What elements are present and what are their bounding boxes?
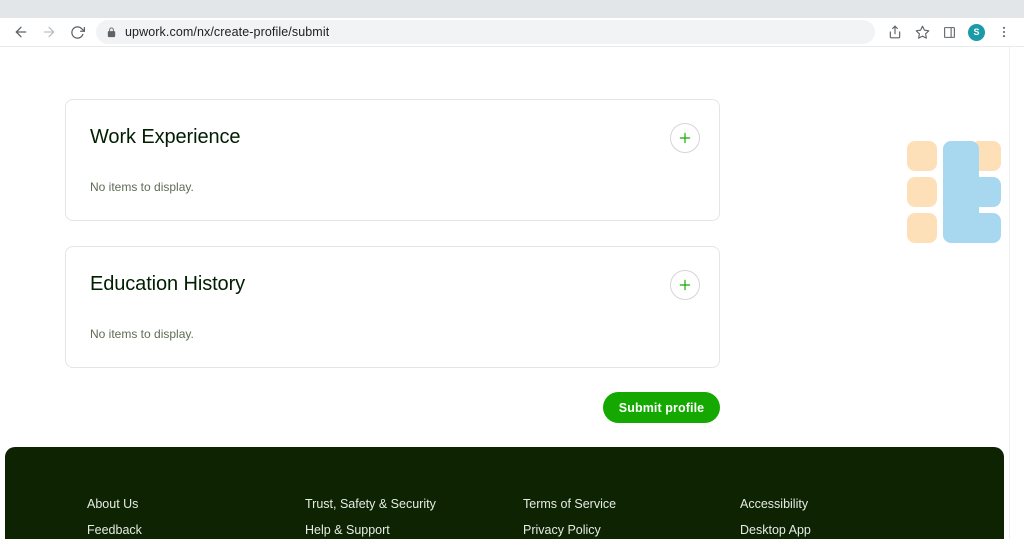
page-content: Work Experience No items to display. Edu…: [0, 47, 1009, 539]
three-dot-menu-icon[interactable]: [992, 20, 1016, 44]
reload-button[interactable]: [64, 19, 90, 45]
footer-column-4: Accessibility Desktop App Cookie Policy …: [740, 497, 852, 539]
submit-profile-button[interactable]: Submit profile: [603, 392, 720, 423]
footer-link-accessibility[interactable]: Accessibility: [740, 497, 852, 511]
footer-link-terms-of-service[interactable]: Terms of Service: [523, 497, 651, 511]
url-text: upwork.com/nx/create-profile/submit: [125, 25, 330, 39]
side-panel-icon[interactable]: [937, 20, 961, 44]
work-experience-card: Work Experience No items to display.: [65, 99, 720, 221]
lock-icon: [106, 26, 117, 38]
forward-button[interactable]: [36, 19, 62, 45]
scrollbar-thumb[interactable]: [1013, 197, 1022, 367]
decorative-blocks-icon: [907, 141, 1001, 243]
toolbar-actions: S: [883, 20, 1016, 44]
footer-link-desktop-app[interactable]: Desktop App: [740, 523, 852, 537]
site-footer: About Us Feedback Community Trust, Safet…: [5, 447, 1004, 539]
footer-link-about-us[interactable]: About Us: [87, 497, 150, 511]
plus-icon: [679, 279, 691, 291]
star-icon[interactable]: [910, 20, 934, 44]
browser-toolbar: upwork.com/nx/create-profile/submit S: [0, 18, 1024, 47]
education-history-card: Education History No items to display.: [65, 246, 720, 368]
add-work-experience-button[interactable]: [670, 123, 700, 153]
footer-link-help-support[interactable]: Help & Support: [305, 523, 436, 537]
address-bar[interactable]: upwork.com/nx/create-profile/submit: [96, 20, 875, 44]
footer-columns: About Us Feedback Community Trust, Safet…: [5, 447, 1004, 539]
footer-link-privacy-policy[interactable]: Privacy Policy: [523, 523, 651, 537]
navigation-buttons: [8, 19, 90, 45]
add-education-button[interactable]: [670, 270, 700, 300]
work-experience-title: Work Experience: [90, 126, 241, 148]
footer-column-2: Trust, Safety & Security Help & Support …: [305, 497, 436, 539]
profile-avatar[interactable]: S: [968, 23, 985, 41]
footer-link-feedback[interactable]: Feedback: [87, 523, 150, 537]
footer-column-3: Terms of Service Privacy Policy CA Notic…: [523, 497, 651, 539]
education-history-empty-text: No items to display.: [90, 327, 194, 341]
plus-icon: [679, 132, 691, 144]
education-history-title: Education History: [90, 273, 246, 295]
footer-link-trust-safety-security[interactable]: Trust, Safety & Security: [305, 497, 436, 511]
browser-tab-strip[interactable]: [0, 0, 1024, 18]
page-scrollbar[interactable]: [1009, 47, 1024, 539]
work-experience-empty-text: No items to display.: [90, 180, 194, 194]
share-icon[interactable]: [883, 20, 907, 44]
page-viewport: Work Experience No items to display. Edu…: [0, 47, 1024, 539]
profile-illustration-graphic: [905, 139, 1005, 249]
back-button[interactable]: [8, 19, 34, 45]
footer-column-1: About Us Feedback Community: [87, 497, 150, 539]
